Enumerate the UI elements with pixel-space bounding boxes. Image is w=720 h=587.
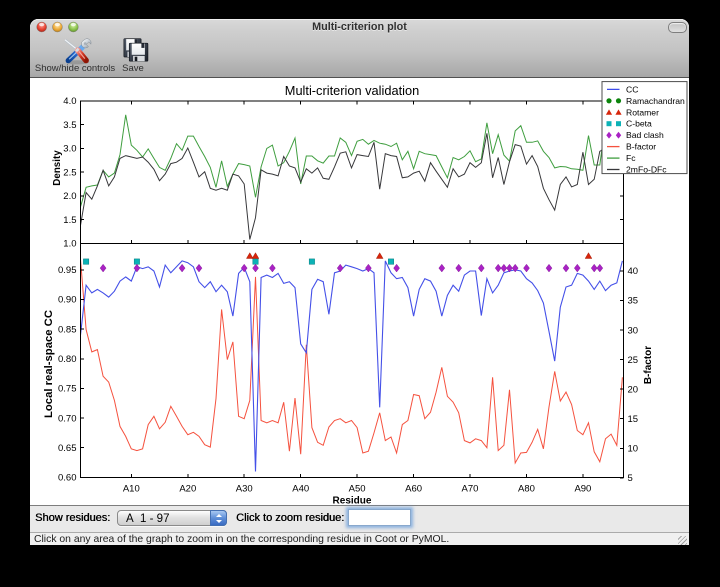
svg-text:Fc: Fc (626, 153, 636, 163)
svg-text:15: 15 (628, 414, 639, 425)
svg-text:A90: A90 (574, 484, 591, 495)
svg-text:0.70: 0.70 (58, 413, 77, 424)
svg-text:A10: A10 (123, 484, 140, 495)
svg-text:0.85: 0.85 (58, 324, 77, 335)
svg-text:CC: CC (626, 84, 638, 94)
svg-text:A20: A20 (179, 484, 196, 495)
svg-text:B-factor: B-factor (626, 142, 656, 152)
svg-text:A60: A60 (405, 484, 422, 495)
svg-text:A80: A80 (518, 484, 535, 495)
svg-text:1.0: 1.0 (63, 239, 76, 250)
svg-text:1.5: 1.5 (63, 215, 76, 226)
svg-text:3.0: 3.0 (63, 144, 76, 155)
svg-text:Ramachandran: Ramachandran (626, 96, 685, 106)
svg-text:A30: A30 (236, 484, 253, 495)
svg-text:0.90: 0.90 (58, 295, 77, 306)
svg-text:25: 25 (628, 355, 639, 366)
svg-text:A70: A70 (462, 484, 479, 495)
svg-text:C-beta: C-beta (626, 119, 652, 129)
svg-text:20: 20 (628, 384, 639, 395)
svg-text:0.75: 0.75 (58, 384, 77, 395)
svg-text:0.80: 0.80 (58, 354, 77, 365)
svg-text:B-factor: B-factor (643, 346, 654, 384)
svg-text:2mFo-DFc: 2mFo-DFc (626, 165, 667, 175)
svg-text:2.0: 2.0 (63, 191, 76, 202)
svg-text:Local real-space CC: Local real-space CC (43, 310, 55, 418)
svg-text:30: 30 (628, 325, 639, 336)
svg-text:Residue: Residue (333, 496, 372, 506)
svg-text:0.95: 0.95 (58, 265, 77, 276)
svg-text:A40: A40 (292, 484, 309, 495)
svg-text:2.5: 2.5 (63, 167, 76, 178)
svg-text:4.0: 4.0 (63, 96, 76, 107)
svg-text:Density: Density (52, 150, 63, 186)
svg-text:40: 40 (628, 266, 639, 277)
svg-text:5: 5 (628, 473, 633, 484)
svg-text:35: 35 (628, 296, 639, 307)
svg-text:A50: A50 (349, 484, 366, 495)
svg-text:Rotamer: Rotamer (626, 107, 659, 117)
svg-text:10: 10 (628, 444, 639, 455)
svg-text:0.60: 0.60 (58, 473, 77, 484)
svg-text:Multi-criterion validation: Multi-criterion validation (285, 83, 419, 98)
svg-text:Bad clash: Bad clash (626, 130, 664, 140)
svg-text:0.65: 0.65 (58, 443, 77, 454)
svg-text:3.5: 3.5 (63, 120, 76, 131)
